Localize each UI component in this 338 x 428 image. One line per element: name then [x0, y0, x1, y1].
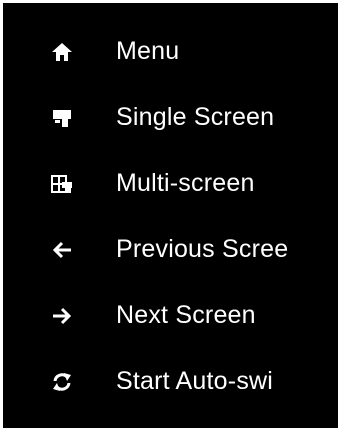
menu-item-label: Multi-screen: [116, 168, 255, 197]
menu-item-label: Start Auto-swi: [116, 366, 274, 395]
menu-item-multi-screen[interactable]: Multi-screen: [3, 157, 338, 211]
menu-item-label: Menu: [116, 36, 180, 65]
menu-item-start-auto-switch[interactable]: Start Auto-swi: [3, 355, 338, 409]
menu-item-previous-screen[interactable]: Previous Scree: [3, 223, 338, 277]
home-icon: [47, 37, 77, 67]
refresh-icon: [47, 367, 77, 397]
single-screen-icon: [47, 103, 77, 133]
arrow-left-icon: [47, 235, 77, 265]
menu-item-next-screen[interactable]: Next Screen: [3, 289, 338, 343]
menu-item-single-screen[interactable]: Single Screen: [3, 91, 338, 145]
menu-item-label: Previous Scree: [116, 234, 289, 263]
context-menu: Menu Single Screen Multi-screen Previous…: [0, 0, 338, 428]
multi-screen-icon: [47, 169, 77, 199]
menu-item-menu[interactable]: Menu: [3, 25, 338, 79]
menu-item-label: Next Screen: [116, 300, 256, 329]
arrow-right-icon: [47, 301, 77, 331]
menu-item-label: Single Screen: [116, 102, 275, 131]
